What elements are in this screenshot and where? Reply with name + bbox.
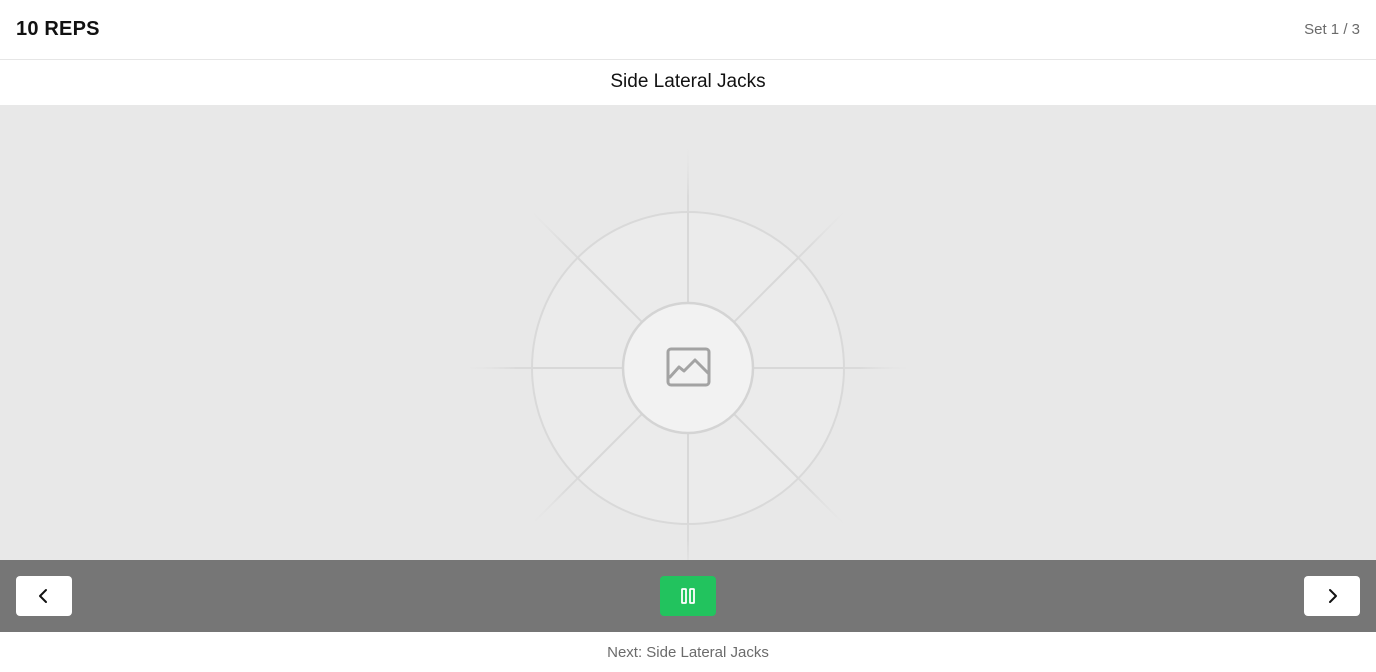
exercise-media <box>0 105 1376 560</box>
previous-button[interactable] <box>16 576 72 616</box>
media-placeholder <box>460 145 916 560</box>
exercise-header: Side Lateral Jacks <box>0 60 1376 105</box>
next-button[interactable] <box>1304 576 1360 616</box>
playback-controls <box>0 560 1376 632</box>
chevron-left-icon <box>39 589 47 603</box>
reps-counter: 10 REPS <box>16 18 100 40</box>
chevron-right-icon <box>1329 589 1337 603</box>
exercise-title: Side Lateral Jacks <box>610 71 766 92</box>
workout-player: 10 REPS Set 1 / 3 Side Lateral Jacks Nex… <box>0 0 1376 672</box>
next-exercise-label: Next: Side Lateral Jacks <box>607 644 769 661</box>
next-exercise-footer: Next: Side Lateral Jacks <box>0 632 1376 672</box>
pause-icon <box>681 588 695 604</box>
top-bar: 10 REPS Set 1 / 3 <box>0 0 1376 60</box>
set-counter: Set 1 / 3 <box>1304 21 1360 38</box>
pause-button[interactable] <box>660 576 716 616</box>
